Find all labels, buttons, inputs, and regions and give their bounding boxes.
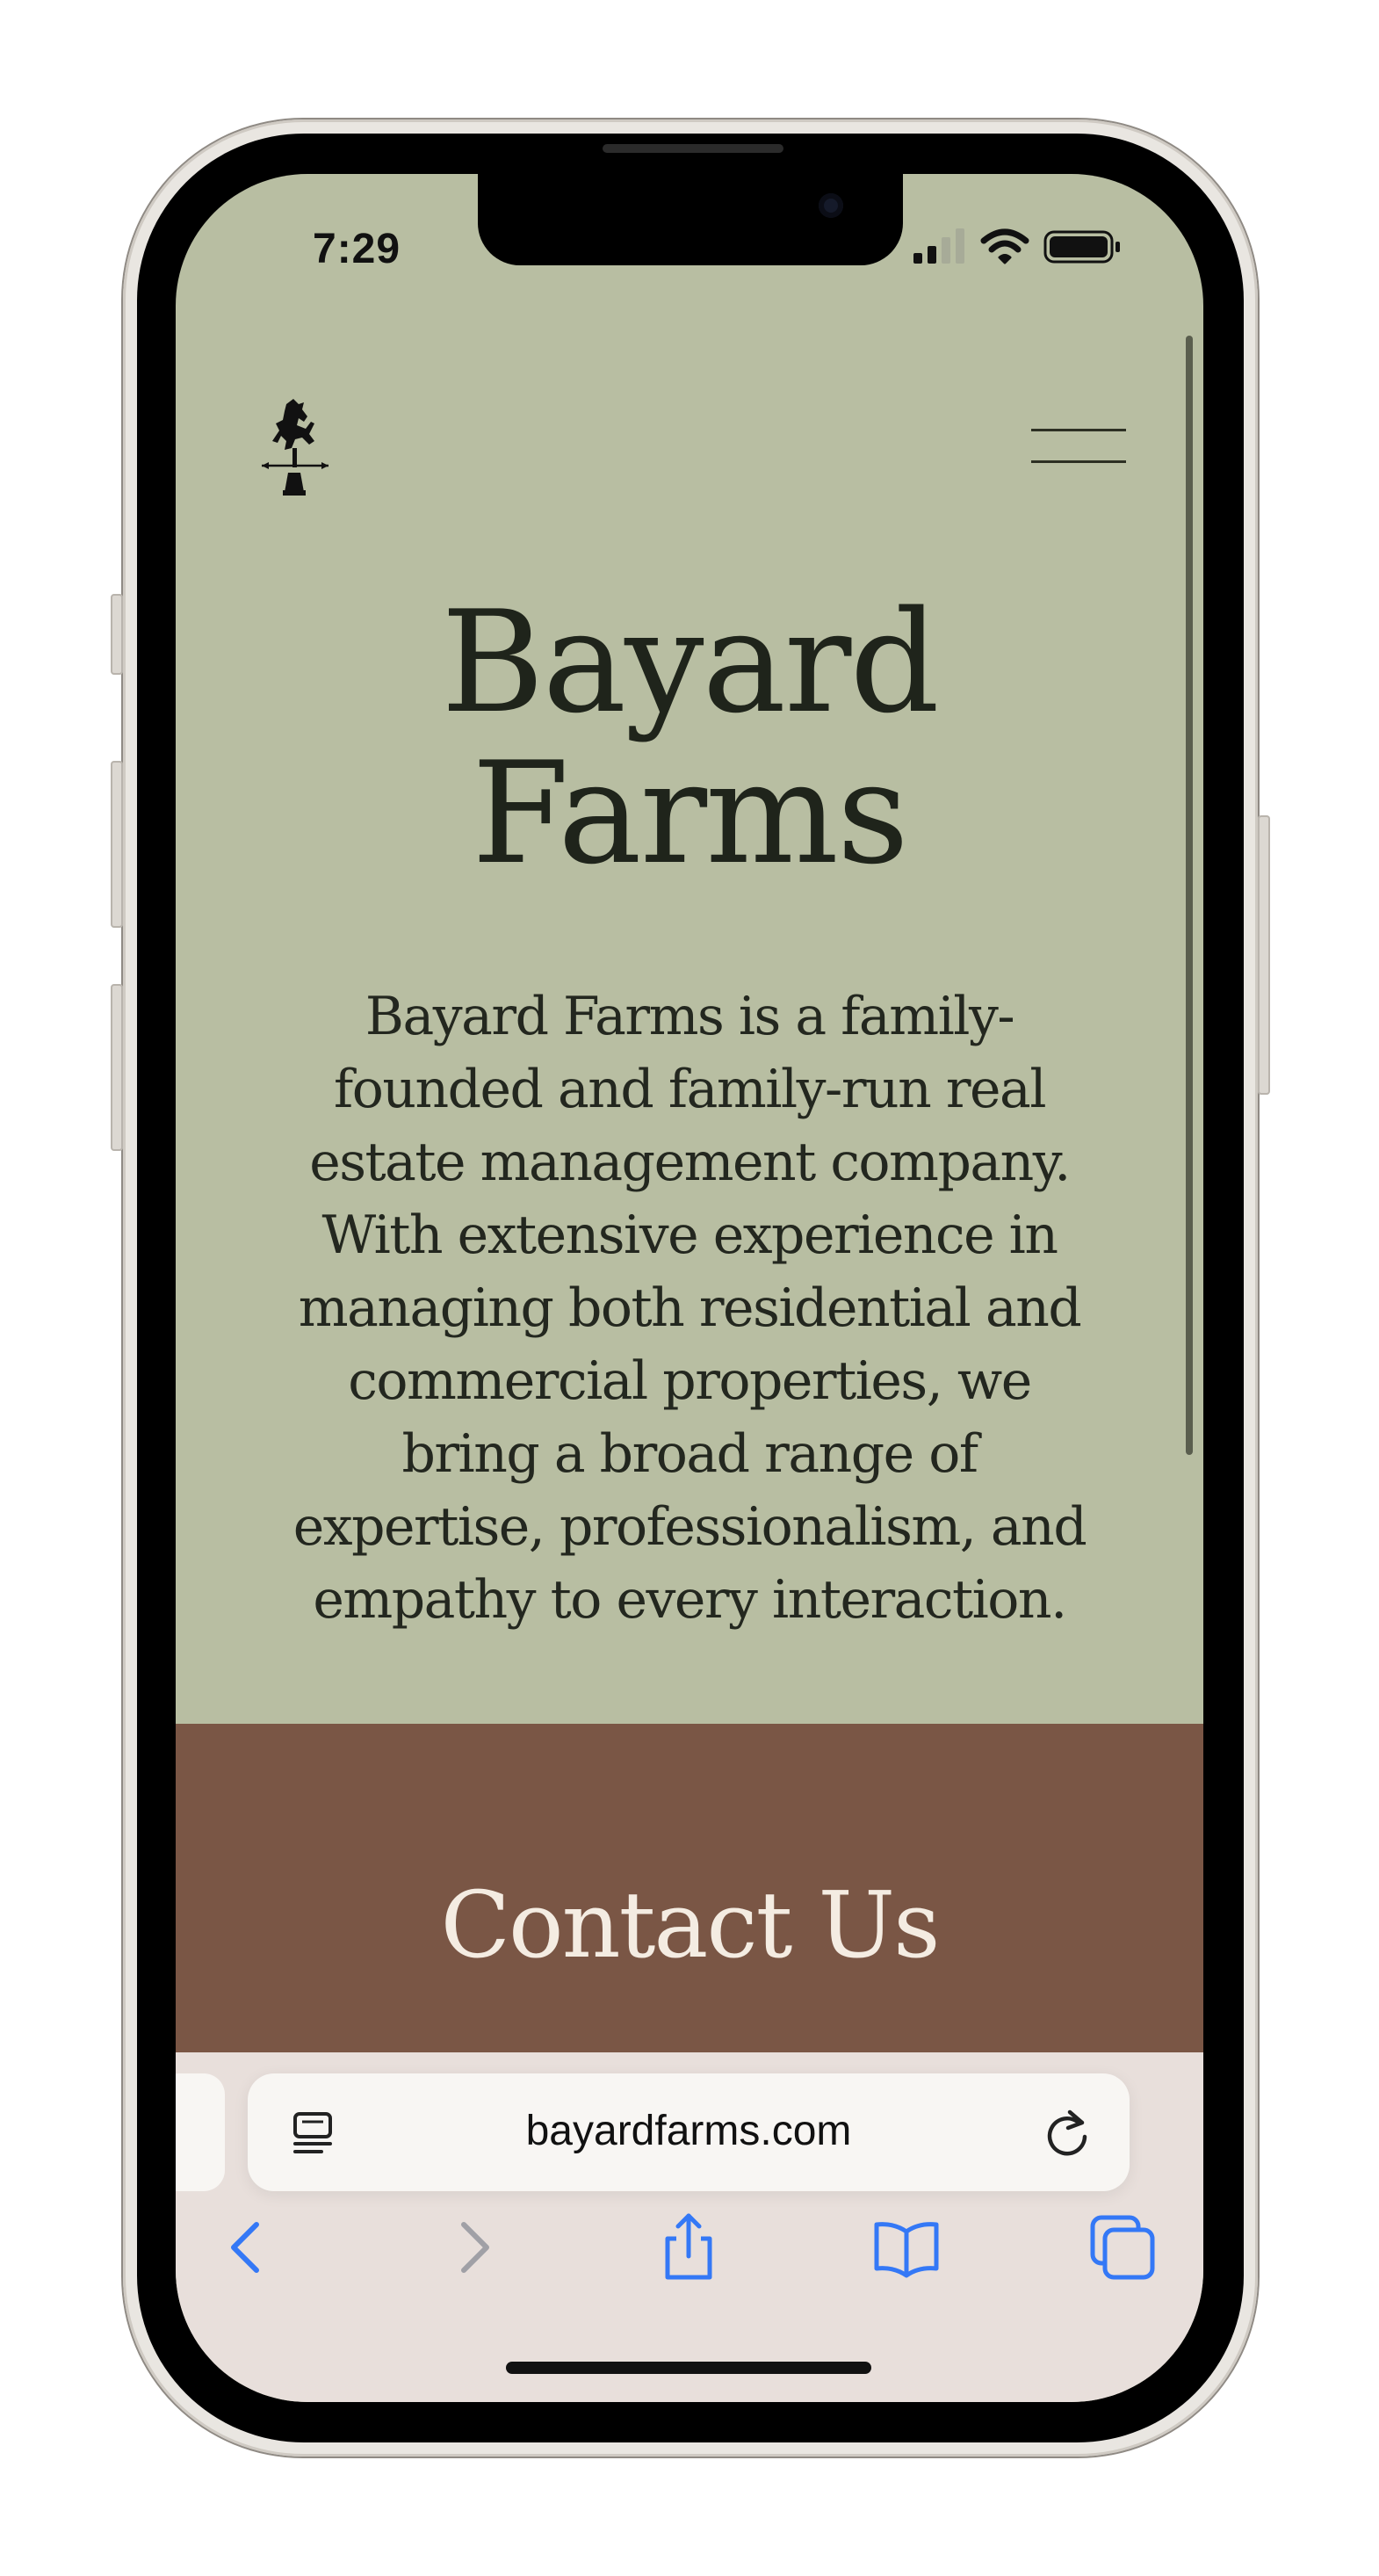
description-line: estate management company. — [309, 1132, 1071, 1193]
status-icons — [912, 227, 1140, 265]
wifi-icon — [980, 228, 1029, 264]
menu-line-bottom — [1031, 460, 1126, 463]
power-button — [1258, 815, 1270, 1095]
battery-icon — [1043, 230, 1120, 264]
hero-description: Bayard Farms is a family- founded and fa… — [234, 980, 1145, 1637]
phone-screen: 7:29 Bayard Farms Bayard Farms is a fami… — [176, 174, 1203, 2402]
home-indicator[interactable] — [506, 2362, 871, 2374]
browser-toolbar: bayardfarms.com — [176, 2052, 1203, 2402]
earpiece-speaker — [603, 144, 783, 153]
description-line: Bayard Farms is a family- — [365, 986, 1015, 1047]
description-line: commercial properties, we — [348, 1350, 1032, 1412]
tabs-icon[interactable] — [1087, 2212, 1158, 2283]
bookmarks-icon[interactable] — [871, 2212, 942, 2283]
rearing-horse-weathervane-icon[interactable] — [260, 397, 332, 503]
status-time: 7:29 — [313, 226, 401, 272]
notch — [478, 174, 903, 265]
page-scrollbar[interactable] — [1186, 336, 1193, 1455]
volume-up-button — [111, 761, 123, 928]
front-camera — [819, 193, 843, 218]
menu-line-top — [1031, 429, 1126, 431]
title-line-1: Bayard — [441, 580, 940, 744]
hamburger-menu-icon[interactable] — [1031, 429, 1126, 464]
mute-switch — [111, 594, 123, 675]
forward-icon[interactable] — [437, 2212, 508, 2283]
description-line: founded and family-run real — [333, 1059, 1047, 1120]
cellular-signal-icon — [913, 228, 964, 264]
description-line: managing both residential and — [298, 1277, 1082, 1339]
share-icon[interactable] — [653, 2212, 724, 2283]
description-line: bring a broad range of — [401, 1423, 978, 1485]
reload-icon[interactable] — [1043, 2107, 1093, 2160]
description-line: With extensive experience in — [321, 1205, 1059, 1266]
volume-down-button — [111, 984, 123, 1151]
title-line-2: Farms — [472, 731, 909, 895]
description-line: empathy to every interaction. — [313, 1569, 1067, 1631]
address-bar[interactable]: bayardfarms.com — [248, 2073, 1130, 2191]
url-text: bayardfarms.com — [525, 2108, 852, 2154]
previous-tab-preview[interactable] — [176, 2073, 225, 2191]
contact-title: Contact Us — [440, 1871, 940, 1979]
description-line: expertise, professionalism, and — [292, 1496, 1087, 1558]
page-title: Bayard Farms — [176, 587, 1203, 889]
back-icon[interactable] — [214, 2212, 285, 2283]
contact-section: Contact Us — [176, 1724, 1203, 2075]
